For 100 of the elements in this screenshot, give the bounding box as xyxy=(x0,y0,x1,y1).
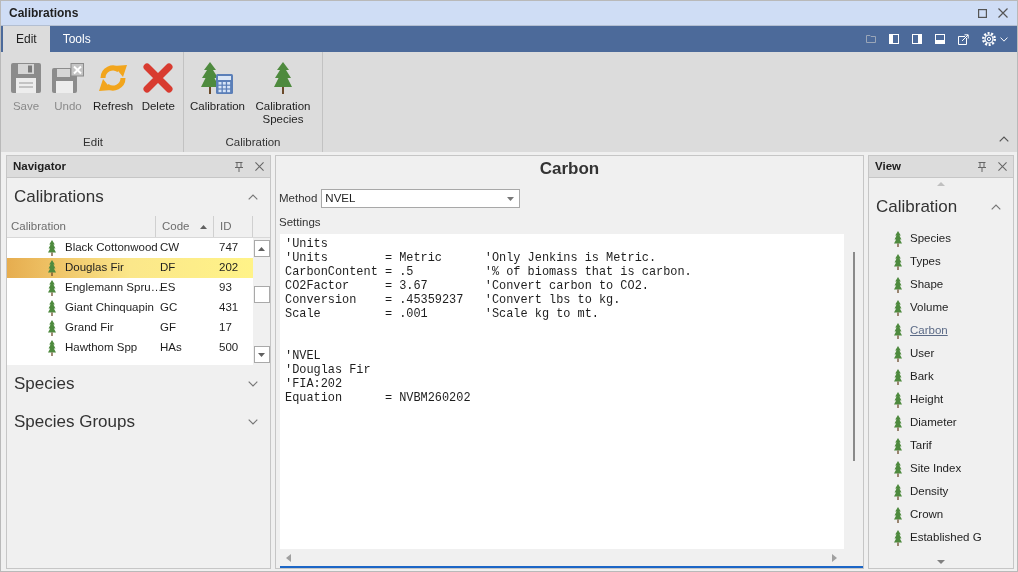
table-row[interactable]: Douglas Fir DF 202 xyxy=(7,258,253,278)
view-item[interactable]: Species xyxy=(910,229,951,248)
code-line: 'Douglas Fir xyxy=(285,363,371,377)
pine-tree-icon xyxy=(48,300,56,316)
code-line: 'Units = Metric 'Only Jenkins is Metric. xyxy=(285,251,657,265)
ribbon-tab[interactable]: Tools xyxy=(49,26,104,52)
table-cell-text: Grand Fir xyxy=(65,320,114,336)
chevron-down-icon[interactable] xyxy=(248,419,258,425)
table-cell-text: 93 xyxy=(219,280,232,296)
close-icon[interactable] xyxy=(998,8,1008,18)
pine-tree-icon xyxy=(894,230,902,247)
scroll-left-icon[interactable] xyxy=(286,553,291,562)
table-cell-text: CW xyxy=(160,240,180,256)
ribbon-button[interactable]: Calibration Species xyxy=(250,62,316,126)
panel-right-icon[interactable] xyxy=(912,34,922,44)
view-item[interactable]: Diameter xyxy=(910,413,957,432)
chevron-up-icon[interactable] xyxy=(248,194,258,200)
code-line: 'FIA:202 xyxy=(285,377,343,391)
view-item[interactable]: Tarif xyxy=(910,436,932,455)
section-header[interactable]: Species xyxy=(14,371,75,397)
column-header[interactable]: Calibration xyxy=(7,216,156,237)
view-item[interactable]: User xyxy=(910,344,935,363)
table-cell-text: DF xyxy=(160,260,176,276)
panel-bottom-icon[interactable] xyxy=(935,34,945,44)
pine-tree-icon xyxy=(894,506,902,523)
view-item[interactable]: Site Index xyxy=(910,459,962,478)
code-line: Equation = NVBM260202 xyxy=(285,391,471,405)
section-header[interactable]: Calibrations xyxy=(14,184,104,210)
code-line: Conversion = .45359237 'Convert lbs to kg. xyxy=(285,293,621,307)
ribbon-button[interactable]: Calibration xyxy=(187,62,248,113)
scroll-down-button[interactable] xyxy=(253,346,270,363)
scroll-down-icon xyxy=(258,352,265,357)
chevron-up-icon[interactable] xyxy=(999,136,1009,142)
pine-tree-icon xyxy=(894,437,902,454)
panel-left-icon[interactable] xyxy=(889,34,899,44)
window-title: Calibrations xyxy=(9,5,79,22)
table-cell-text: 202 xyxy=(219,260,239,276)
pine-tree-icon xyxy=(894,276,902,293)
folder-icon[interactable] xyxy=(866,35,876,43)
pine-tree-icon xyxy=(894,414,902,431)
vertical-scrollbar[interactable] xyxy=(253,238,270,365)
view-item[interactable]: Established G xyxy=(910,528,982,547)
pine-tree-icon xyxy=(894,529,902,546)
pine-tree-icon xyxy=(274,62,292,94)
table-cell-text: Hawthom Spp xyxy=(65,340,138,356)
view-item[interactable]: Volume xyxy=(910,298,949,317)
table-cell-text: Douglas Fir xyxy=(65,260,124,276)
delete-icon xyxy=(143,63,174,93)
pine-tree-icon xyxy=(894,299,902,316)
pine-tree-icon xyxy=(48,280,56,296)
section-header[interactable]: Calibration xyxy=(876,194,958,220)
code-line: CarbonContent = .5 '% of biomass that is carbon. xyxy=(285,265,692,279)
pine-tree-icon xyxy=(48,240,56,256)
view-item[interactable]: Crown xyxy=(910,505,944,524)
chevron-up-icon[interactable] xyxy=(991,204,1001,210)
table-cell-text: 747 xyxy=(219,240,239,256)
chevron-down-icon[interactable] xyxy=(248,381,258,387)
scroll-up-icon xyxy=(937,181,945,186)
tree-calculator-icon xyxy=(201,62,234,94)
pine-tree-icon xyxy=(48,340,56,356)
view-item[interactable]: Carbon xyxy=(910,321,948,340)
view-item[interactable]: Density xyxy=(910,482,949,501)
pine-tree-icon xyxy=(894,460,902,477)
close-icon[interactable] xyxy=(255,162,264,171)
view-item[interactable]: Types xyxy=(910,252,941,271)
code-line: 'NVEL xyxy=(285,349,321,363)
ribbon-button[interactable]: Refresh xyxy=(90,62,137,113)
pin-icon[interactable] xyxy=(235,161,243,172)
close-icon[interactable] xyxy=(998,162,1007,171)
view-item[interactable]: Height xyxy=(910,390,944,409)
scroll-right-icon[interactable] xyxy=(832,553,837,562)
table-cell-text: Black Cottonwood xyxy=(65,240,158,256)
pin-icon[interactable] xyxy=(978,161,986,172)
table-cell-text: 500 xyxy=(219,340,239,356)
refresh-icon xyxy=(97,62,130,94)
code-line: 'Units xyxy=(285,237,328,251)
column-header[interactable]: Code xyxy=(156,216,214,237)
column-header[interactable]: ID xyxy=(214,216,253,237)
ribbon-group-label: Calibration xyxy=(224,134,282,150)
pine-tree-icon xyxy=(894,368,902,385)
scroll-down-icon xyxy=(937,560,945,564)
method-dropdown[interactable]: NVEL xyxy=(321,189,521,208)
view-item[interactable]: Bark xyxy=(910,367,934,386)
pine-tree-icon xyxy=(48,320,56,336)
dropdown-caret-icon xyxy=(507,196,515,201)
table-cell-text: HAs xyxy=(160,340,182,356)
ribbon-button[interactable]: Delete xyxy=(138,62,179,113)
ribbon-tab[interactable]: Edit xyxy=(3,26,50,52)
field-label: Settings xyxy=(278,215,322,229)
pine-tree-icon xyxy=(894,483,902,500)
popout-icon[interactable] xyxy=(958,33,969,45)
table-cell-text: ES xyxy=(160,280,176,296)
scroll-up-button[interactable] xyxy=(253,240,270,257)
scrollbar-thumb[interactable] xyxy=(852,252,855,461)
panel-title: Navigator xyxy=(13,158,67,174)
section-header[interactable]: Species Groups xyxy=(14,409,135,435)
settings-icon[interactable] xyxy=(982,32,996,46)
scrollbar-thumb[interactable] xyxy=(253,286,270,303)
maximize-icon[interactable] xyxy=(978,8,987,18)
view-item[interactable]: Shape xyxy=(910,275,944,294)
